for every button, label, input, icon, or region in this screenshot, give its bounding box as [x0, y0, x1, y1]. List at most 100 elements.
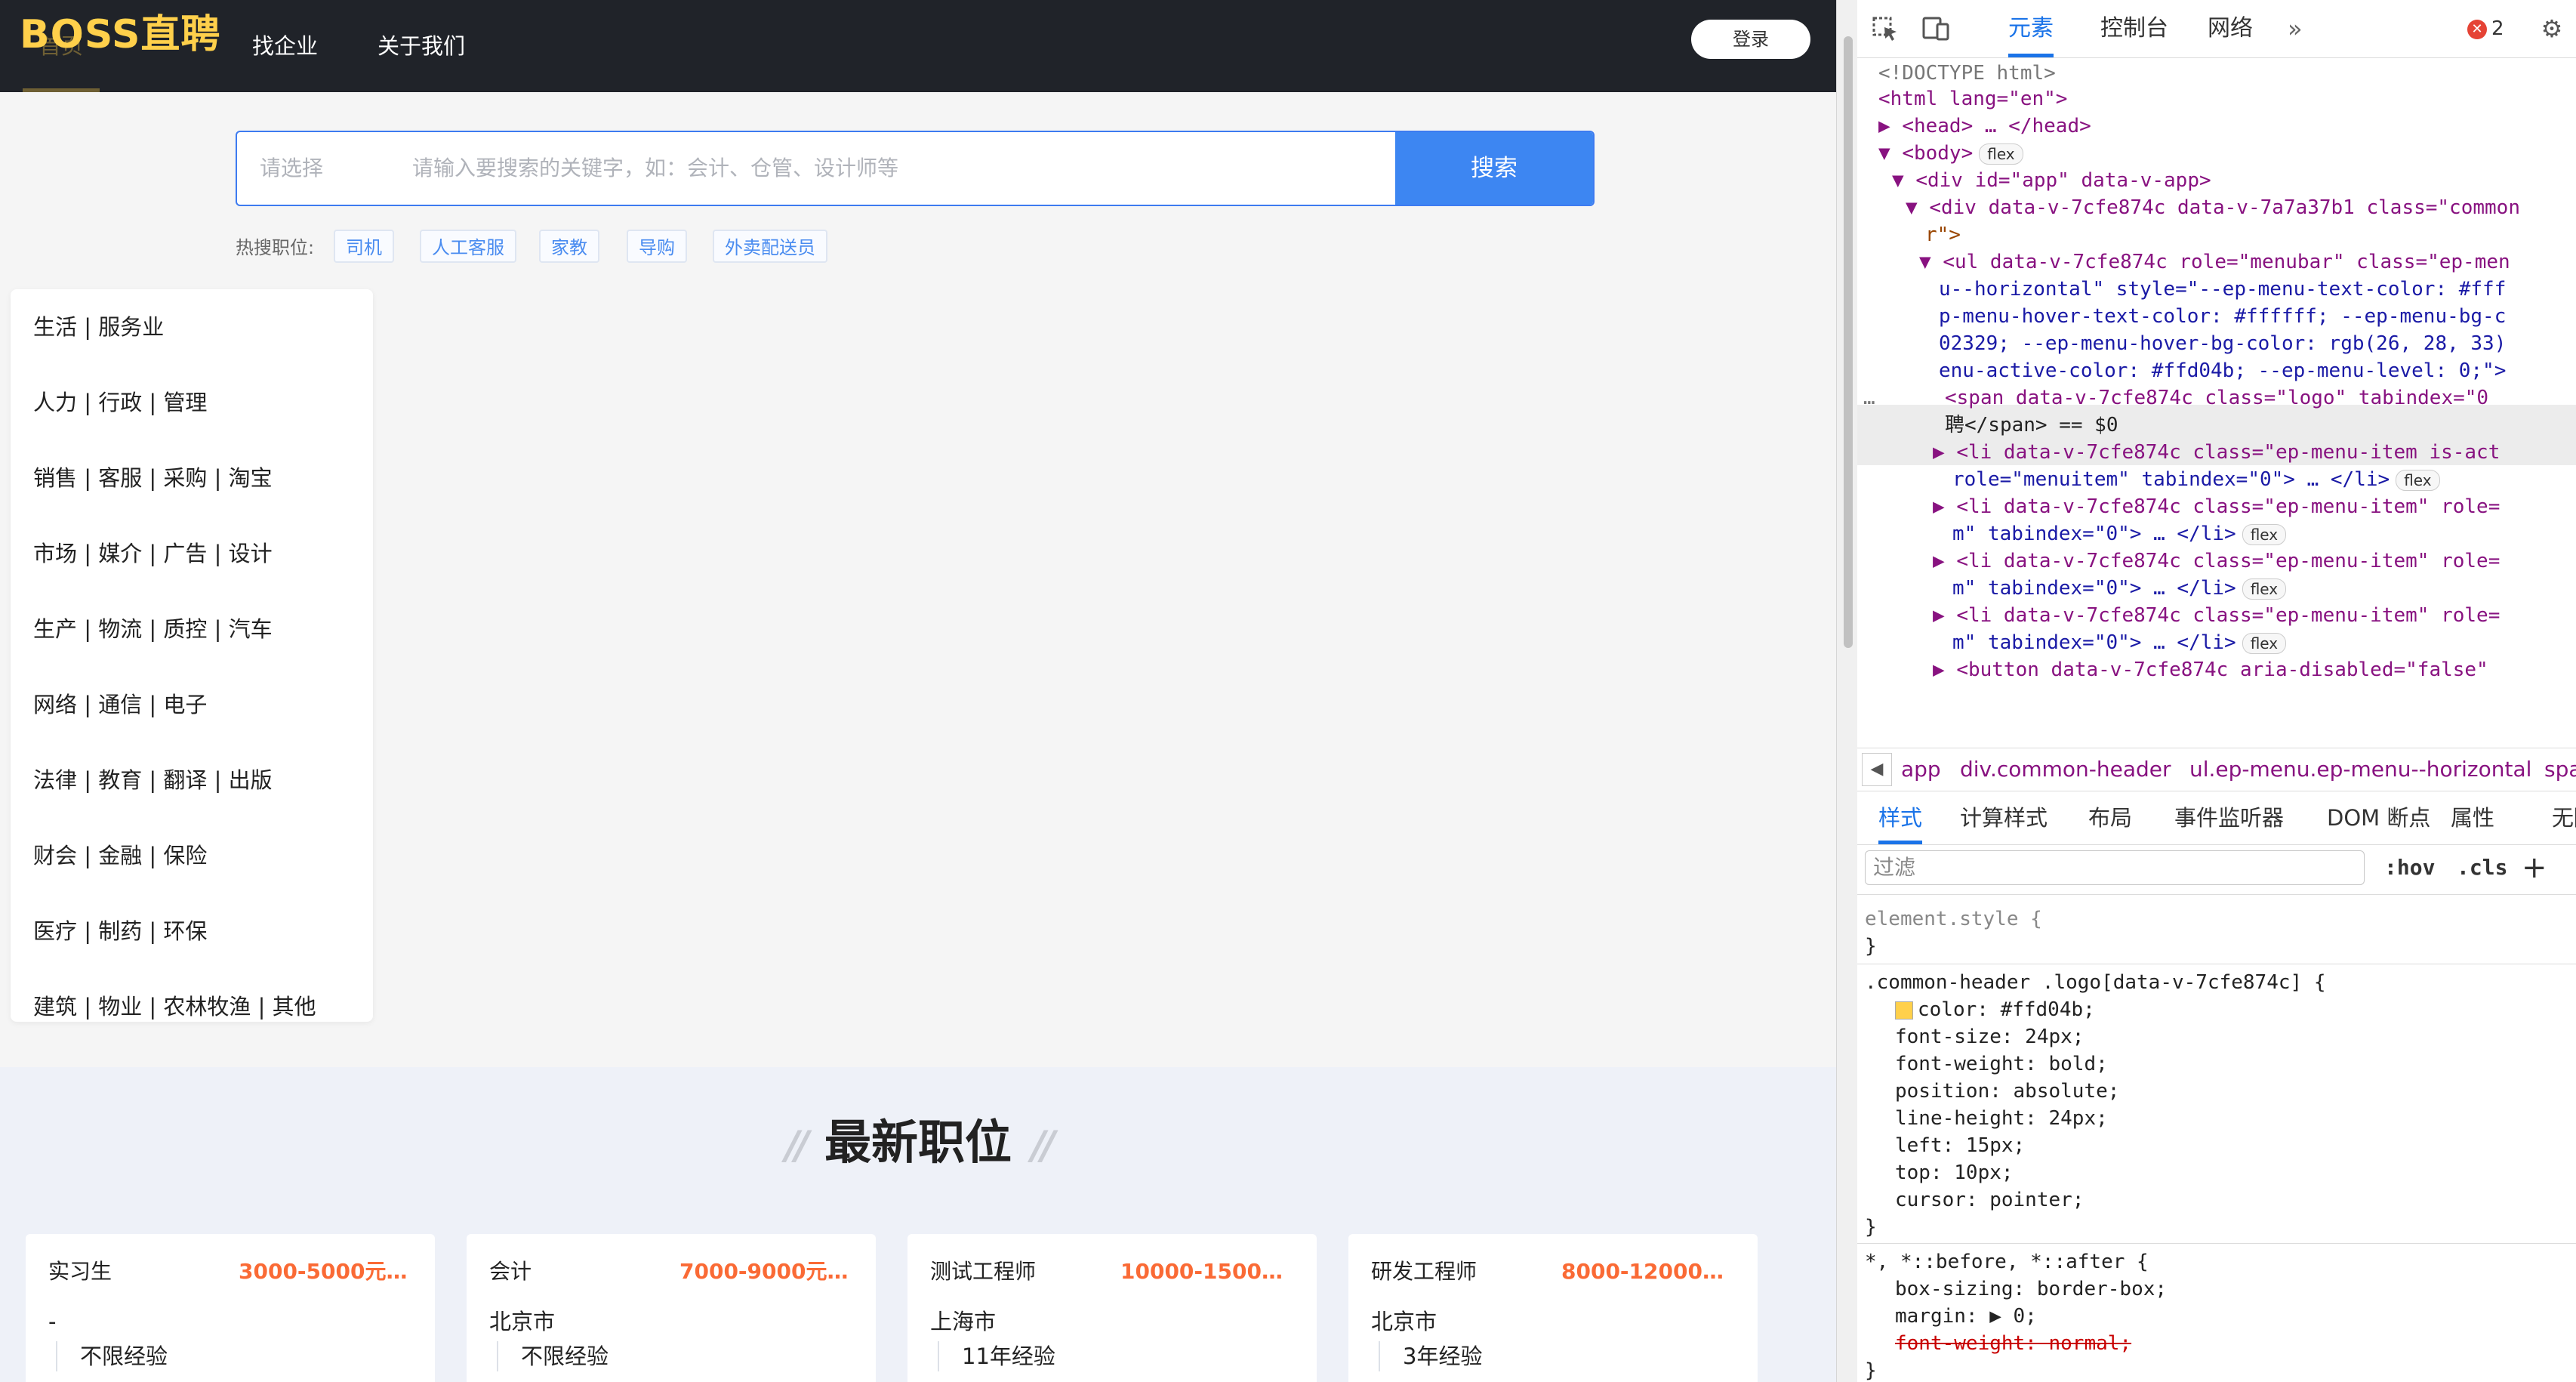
more-tabs-icon[interactable]: » [2288, 0, 2303, 57]
job-card[interactable]: 研发工程师 8000-12000元... 北京市 3年经验 [1348, 1234, 1758, 1382]
expand-arrow-icon[interactable]: ▶ [1933, 550, 1956, 572]
tab-network[interactable]: 网络 [2208, 0, 2253, 57]
css-declaration[interactable]: margin: ▶ 0; [1895, 1303, 2037, 1330]
hot-tag-tutor[interactable]: 家教 [539, 230, 599, 263]
css-selector[interactable]: element.style { [1865, 906, 2042, 933]
tab-properties[interactable]: 属性 [2451, 791, 2494, 844]
breadcrumb-item[interactable]: div.common-header [1960, 748, 2171, 791]
css-declaration[interactable]: position: absolute; [1895, 1078, 2119, 1105]
dom-node-selected[interactable]: <span data-v-7cfe874c class="logo" tabin… [1945, 384, 2488, 413]
search-input[interactable]: 请输入要搜索的关键字，如：会计、仓管、设计师等 [412, 132, 898, 205]
tab-elements[interactable]: 元素 [2008, 0, 2054, 57]
job-card[interactable]: 测试工程师 10000-15000... 上海市 11年经验 [907, 1234, 1317, 1382]
collapse-arrow-icon[interactable]: ▼ [1892, 169, 1915, 192]
login-button[interactable]: 登录 [1691, 20, 1810, 59]
css-selector[interactable]: *, *::before, *::after { [1865, 1249, 2149, 1276]
flex-badge[interactable]: flex [2242, 632, 2287, 654]
nav-find-company[interactable]: 找企业 [252, 0, 318, 92]
job-card[interactable]: 会计 7000-9000元/月 北京市 不限经验 [467, 1234, 876, 1382]
dom-node[interactable]: ▼ <div id="app" data-v-app> [1892, 166, 2211, 196]
job-card[interactable]: 实习生 3000-5000元/月 - 不限经验 [26, 1234, 435, 1382]
hot-tag-shopping-guide[interactable]: 导购 [627, 230, 687, 263]
category-item[interactable]: 法律 | 教育 | 翻译 | 出版 [33, 765, 273, 795]
category-item[interactable]: 销售 | 客服 | 采购 | 淘宝 [33, 463, 273, 493]
hover-state-toggle[interactable]: :hov [2384, 850, 2435, 885]
css-declaration[interactable]: font-weight: bold; [1895, 1051, 2108, 1078]
styles-filter-input[interactable]: 过滤 [1865, 850, 2365, 885]
collapse-arrow-icon[interactable]: ▼ [1878, 142, 1902, 165]
dom-node[interactable]: ▼ <body> flex [1878, 139, 2023, 168]
search-category-select[interactable]: 请选择 [260, 132, 323, 205]
search-button[interactable]: 搜索 [1395, 132, 1593, 205]
category-item[interactable]: 人力 | 行政 | 管理 [33, 387, 207, 418]
css-declaration[interactable]: color: #ffd04b; [1895, 997, 2095, 1023]
flex-badge[interactable]: flex [2396, 469, 2440, 491]
tab-computed[interactable]: 计算样式 [1960, 791, 2048, 844]
error-counter[interactable]: ✕ 2 [2467, 14, 2504, 44]
tab-layout[interactable]: 布局 [2088, 791, 2132, 844]
category-item[interactable]: 网络 | 通信 | 电子 [33, 689, 207, 720]
device-toggle-icon[interactable] [1921, 15, 1951, 42]
expand-arrow-icon[interactable]: ▶ [1933, 441, 1956, 464]
category-item[interactable]: 财会 | 金融 | 保险 [33, 841, 207, 871]
dom-node[interactable]: ▶ <li data-v-7cfe874c class="ep-menu-ite… [1933, 492, 2500, 522]
flex-badge[interactable]: flex [1979, 143, 2023, 165]
dom-node-continuation: p-menu-hover-text-color: #ffffff; --ep-m… [1939, 305, 2507, 328]
collapse-arrow-icon[interactable]: ▼ [1919, 251, 1943, 273]
css-declaration[interactable]: line-height: 24px; [1895, 1106, 2108, 1132]
flex-badge[interactable]: flex [2242, 523, 2287, 545]
tab-accessibility[interactable]: 无障 [2552, 791, 2576, 844]
expand-arrow-icon[interactable]: ▶ [1878, 115, 1902, 137]
dom-node[interactable]: ▶ <li data-v-7cfe874c class="ep-menu-ite… [1933, 601, 2500, 631]
category-item[interactable]: 医疗 | 制药 | 环保 [33, 916, 207, 946]
hot-tag-customer-service[interactable]: 人工客服 [420, 230, 516, 263]
add-style-rule-icon[interactable]: + [2522, 850, 2547, 885]
hot-tag-delivery[interactable]: 外卖配送员 [713, 230, 827, 263]
breadcrumb-item[interactable]: app [1901, 748, 1941, 791]
category-item[interactable]: 市场 | 媒介 | 广告 | 设计 [33, 538, 273, 569]
breadcrumb-item-active[interactable]: spa [2544, 748, 2576, 791]
inspect-element-icon[interactable] [1871, 15, 1901, 42]
css-selector[interactable]: .common-header .logo[data-v-7cfe874c] { [1865, 970, 2325, 996]
hot-tag-driver[interactable]: 司机 [334, 230, 394, 263]
flex-badge[interactable]: flex [2242, 578, 2287, 600]
page-scroll-thumb[interactable] [1844, 36, 1853, 648]
site-logo[interactable]: BOSS直聘 [20, 15, 220, 54]
dom-row-menu-icon[interactable]: … [1863, 384, 1875, 413]
nav-about-us[interactable]: 关于我们 [377, 0, 465, 92]
settings-gear-icon[interactable]: ⚙ [2537, 15, 2567, 42]
expand-arrow-icon[interactable]: ▶ [1933, 659, 1956, 681]
dom-node[interactable]: ▶ <head> … </head> [1878, 112, 2091, 141]
web-page: 首页 BOSS直聘 找企业 关于我们 登录 请选择 请输入要搜索的关键字，如：会… [0, 0, 1836, 1382]
dom-node-continuation: u--horizontal" style="--ep-menu-text-col… [1939, 278, 2507, 301]
breadcrumb-item[interactable]: ul.ep-menu.ep-menu--horizontal [2189, 748, 2531, 791]
css-brace: } [1865, 935, 1877, 958]
css-declaration-overridden[interactable]: font-weight: normal; [1895, 1331, 2131, 1357]
expand-arrow-icon[interactable]: ▶ [1933, 604, 1956, 627]
collapse-arrow-icon[interactable]: ▼ [1906, 196, 1929, 219]
dom-node[interactable]: ▼ <ul data-v-7cfe874c role="menubar" cla… [1919, 248, 2510, 277]
tab-dom-breakpoints[interactable]: DOM 断点 [2327, 791, 2430, 844]
category-item[interactable]: 生活 | 服务业 [33, 312, 164, 342]
dom-node[interactable]: ▼ <div data-v-7cfe874c data-v-7a7a37b1 c… [1906, 193, 2520, 223]
category-item[interactable]: 生产 | 物流 | 质控 | 汽车 [33, 614, 273, 644]
dom-node[interactable]: ▶ <button data-v-7cfe874c aria-disabled=… [1933, 656, 2488, 685]
dom-node[interactable]: ▶ <li data-v-7cfe874c class="ep-menu-ite… [1933, 547, 2500, 576]
class-toggle[interactable]: .cls [2457, 850, 2507, 885]
css-declaration[interactable]: left: 15px; [1895, 1133, 2025, 1159]
dom-node[interactable]: ▶ <li data-v-7cfe874c class="ep-menu-ite… [1933, 438, 2500, 467]
tab-styles[interactable]: 样式 [1878, 791, 1923, 844]
color-swatch-icon[interactable] [1895, 1001, 1913, 1020]
breadcrumb-scroll-left-icon[interactable]: ◀ [1862, 753, 1892, 786]
css-declaration[interactable]: cursor: pointer; [1895, 1187, 2084, 1214]
category-item[interactable]: 建筑 | 物业 | 农林牧渔 | 其他 [33, 992, 316, 1022]
css-rule-divider [1857, 1243, 2576, 1244]
css-declaration[interactable]: top: 10px; [1895, 1160, 2014, 1186]
tab-event-listeners[interactable]: 事件监听器 [2174, 791, 2284, 844]
expand-arrow-icon[interactable]: ▶ [1933, 495, 1956, 518]
css-declaration[interactable]: box-sizing: border-box; [1895, 1276, 2167, 1303]
dom-node[interactable]: <html lang="en"> [1878, 85, 2067, 114]
page-scrollbar[interactable] [1836, 0, 1857, 1382]
tab-console[interactable]: 控制台 [2100, 0, 2168, 57]
css-declaration[interactable]: font-size: 24px; [1895, 1024, 2084, 1050]
